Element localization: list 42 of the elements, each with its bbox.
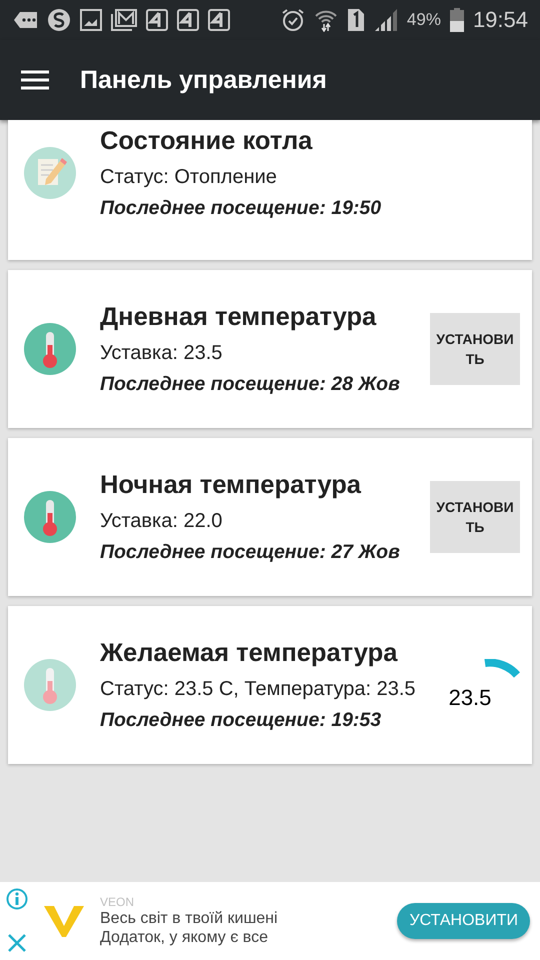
info-icon[interactable] <box>6 888 28 910</box>
battery-icon <box>450 8 464 32</box>
sim-card-icon <box>346 8 365 32</box>
ad-headline: Весь світ в твоїй кишені <box>100 910 279 928</box>
card-title: Ночная температура <box>100 470 362 501</box>
gauge-reading: 23.5 <box>448 685 492 711</box>
v-logo-icon <box>44 904 84 938</box>
alarm-icon <box>280 8 305 32</box>
card-title: Состояние котла <box>100 126 314 157</box>
toolbar-title: Панель управления <box>80 66 327 94</box>
card-status: Статус: Отопление <box>100 165 278 189</box>
set-button[interactable]: УСТАНОВИТЬ <box>430 481 520 553</box>
ad-subline: Додаток, у якому є все <box>100 929 270 947</box>
battery-percent: 49% <box>406 10 441 30</box>
signal-icon <box>374 8 398 32</box>
set-button[interactable]: УСТАНОВИТЬ <box>430 313 520 385</box>
card-status: Уставка: 23.5 <box>100 341 224 365</box>
thermometer-icon <box>24 659 76 711</box>
app-notification-icon <box>208 9 230 31</box>
notification-icon <box>14 11 38 29</box>
chat-app-icon <box>47 8 71 32</box>
notepad-icon <box>24 147 76 199</box>
app-notification-icon <box>177 9 199 31</box>
card-title: Желаемая температура <box>100 638 399 669</box>
card-title: Дневная температура <box>100 302 378 333</box>
card-status: Уставка: 22.0 <box>100 509 224 533</box>
last-visit-text: Последнее посещение: 19:53 <box>100 709 382 732</box>
last-visit-text: Последнее посещение: 27 Жов <box>100 541 401 564</box>
ad-brand: VEON <box>100 895 136 909</box>
app-notification-icon <box>146 9 168 31</box>
close-icon[interactable] <box>6 932 28 954</box>
image-icon <box>80 9 102 31</box>
last-visit-text: Последнее посещение: 28 Жов <box>100 373 401 396</box>
thermometer-icon <box>24 491 76 543</box>
menu-icon[interactable] <box>20 69 50 91</box>
clock-time: 19:54 <box>472 7 528 33</box>
wifi-icon <box>314 8 338 32</box>
gauge-arc <box>482 659 520 679</box>
mail-icon <box>111 9 137 31</box>
last-visit-text: Последнее посещение: 19:50 <box>100 197 382 220</box>
card-status: Статус: 23.5 С, Температура: 23.5 <box>100 677 417 701</box>
thermometer-icon <box>24 323 76 375</box>
